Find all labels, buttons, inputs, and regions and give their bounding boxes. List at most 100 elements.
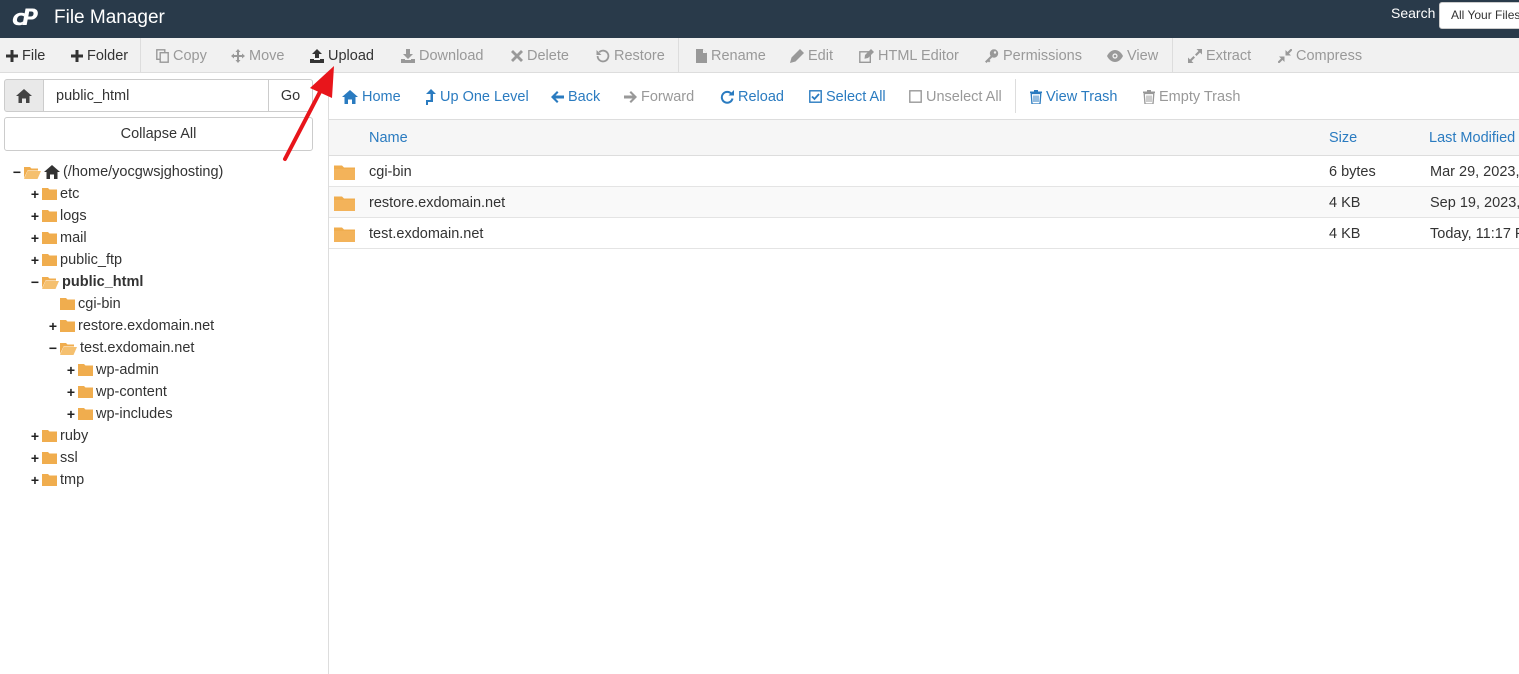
- delete-button[interactable]: Delete: [511, 38, 569, 73]
- edit-button[interactable]: Edit: [790, 38, 833, 73]
- folder-icon: [60, 298, 75, 310]
- up-one-level-button[interactable]: Up One Level: [426, 79, 529, 114]
- compress-icon: [1278, 48, 1292, 63]
- forward-button[interactable]: Forward: [624, 79, 694, 114]
- tree-item[interactable]: + ruby: [30, 425, 88, 447]
- download-button[interactable]: Download: [401, 38, 484, 73]
- extract-button[interactable]: Extract: [1188, 38, 1251, 73]
- tree-item[interactable]: + ssl: [30, 447, 78, 469]
- expand-toggle-icon[interactable]: +: [66, 385, 76, 399]
- tree-item[interactable]: + wp-includes: [66, 403, 173, 425]
- expand-toggle-icon[interactable]: +: [30, 231, 40, 245]
- reload-label: Reload: [738, 88, 784, 105]
- new-file-label: File: [22, 47, 46, 64]
- table-row[interactable]: restore.exdomain.net 4 KB Sep 19, 2023,: [329, 187, 1519, 218]
- expand-toggle-icon[interactable]: +: [30, 187, 40, 201]
- new-folder-button[interactable]: Folder: [71, 38, 128, 73]
- column-header-name[interactable]: Name: [369, 120, 408, 156]
- tree-item-label: logs: [60, 208, 87, 224]
- expand-toggle-icon[interactable]: +: [48, 319, 58, 333]
- folder-open-icon: [42, 276, 59, 289]
- tree-item[interactable]: + logs: [30, 205, 87, 227]
- collapse-toggle-icon[interactable]: −: [12, 165, 22, 179]
- table-row[interactable]: cgi-bin 6 bytes Mar 29, 2023,: [329, 156, 1519, 187]
- tree-item[interactable]: + mail: [30, 227, 87, 249]
- collapse-all-button[interactable]: Collapse All: [4, 117, 313, 151]
- collapse-toggle-icon[interactable]: −: [48, 341, 58, 355]
- view-trash-button[interactable]: View Trash: [1030, 79, 1117, 114]
- column-header-last-modified[interactable]: Last Modified: [1429, 120, 1515, 156]
- expand-toggle-icon[interactable]: +: [30, 429, 40, 443]
- tree-item[interactable]: + wp-content: [66, 381, 167, 403]
- unselect-all-button[interactable]: Unselect All: [909, 79, 1002, 114]
- html-editor-label: HTML Editor: [878, 47, 959, 64]
- home-icon: [44, 165, 60, 179]
- rename-label: Rename: [711, 47, 766, 64]
- search-scope-select[interactable]: All Your Files: [1439, 2, 1519, 29]
- toolbar-divider: [678, 38, 679, 72]
- plus-icon: [71, 49, 83, 62]
- collapse-toggle-icon[interactable]: −: [30, 275, 40, 289]
- nav-home-button[interactable]: Home: [342, 79, 401, 114]
- tree-item-label: ruby: [60, 428, 89, 444]
- expand-toggle-icon[interactable]: +: [30, 209, 40, 223]
- new-file-button[interactable]: File: [6, 38, 45, 73]
- tree-item-label: restore.exdomain.net: [78, 318, 215, 334]
- home-directory-button[interactable]: [4, 79, 44, 112]
- table-row[interactable]: test.exdomain.net 4 KB Today, 11:17 P: [329, 218, 1519, 249]
- tree-item[interactable]: − public_html: [30, 271, 143, 293]
- permissions-label: Permissions: [1003, 47, 1082, 64]
- download-label: Download: [419, 47, 484, 64]
- tree-item[interactable]: + restore.exdomain.net: [48, 315, 214, 337]
- expand-toggle-icon[interactable]: +: [66, 407, 76, 421]
- key-icon: [985, 48, 999, 63]
- folder-icon: [42, 210, 57, 222]
- expand-toggle-icon[interactable]: +: [30, 253, 40, 267]
- reload-button[interactable]: Reload: [720, 79, 784, 114]
- path-input[interactable]: [44, 79, 269, 112]
- expand-toggle-icon[interactable]: +: [30, 451, 40, 465]
- back-button[interactable]: Back: [551, 79, 600, 114]
- checkbox-checked-icon: [809, 90, 822, 103]
- folder-icon: [334, 156, 355, 187]
- tree-item[interactable]: + wp-admin: [66, 359, 159, 381]
- copy-icon: [156, 48, 169, 63]
- tree-item[interactable]: + etc: [30, 183, 79, 205]
- plus-icon: [6, 49, 18, 62]
- permissions-button[interactable]: Permissions: [984, 38, 1082, 73]
- view-button[interactable]: View: [1107, 38, 1158, 73]
- go-button[interactable]: Go: [268, 79, 313, 112]
- empty-trash-button[interactable]: Empty Trash: [1143, 79, 1240, 114]
- upload-icon: [310, 48, 324, 63]
- nav-home-label: Home: [362, 88, 401, 105]
- copy-button[interactable]: Copy: [156, 38, 207, 73]
- tree-item[interactable]: − test.exdomain.net: [48, 337, 195, 359]
- arrow-right-icon: [624, 90, 637, 103]
- level-up-icon: [426, 88, 436, 105]
- column-header-size[interactable]: Size: [1329, 120, 1357, 156]
- compress-button[interactable]: Compress: [1278, 38, 1362, 73]
- select-all-button[interactable]: Select All: [809, 79, 886, 114]
- move-button[interactable]: Move: [231, 38, 284, 73]
- tree-item-label: etc: [60, 186, 80, 202]
- view-label: View: [1127, 47, 1159, 64]
- upload-button[interactable]: Upload: [310, 38, 374, 73]
- expand-toggle-icon[interactable]: +: [30, 473, 40, 487]
- trash-icon: [1143, 89, 1155, 104]
- cell-name: test.exdomain.net: [369, 225, 484, 242]
- expand-toggle-icon[interactable]: +: [66, 363, 76, 377]
- cpanel-logo[interactable]: cP: [12, 4, 38, 32]
- empty-trash-label: Empty Trash: [1159, 88, 1241, 105]
- cpanel-logo-mark: cP: [12, 5, 38, 31]
- toolbar-divider: [1172, 38, 1173, 72]
- tree-item[interactable]: − (/home/yocgwsjghosting): [12, 161, 223, 183]
- restore-button[interactable]: Restore: [596, 38, 665, 73]
- tree-item[interactable]: cgi-bin: [48, 293, 121, 315]
- html-editor-icon: [859, 48, 874, 63]
- html-editor-button[interactable]: HTML Editor: [859, 38, 959, 73]
- folder-icon: [334, 187, 355, 218]
- tree-item-label: mail: [60, 230, 87, 246]
- tree-item[interactable]: + public_ftp: [30, 249, 122, 271]
- tree-item[interactable]: + tmp: [30, 469, 84, 491]
- rename-button[interactable]: Rename: [696, 38, 766, 73]
